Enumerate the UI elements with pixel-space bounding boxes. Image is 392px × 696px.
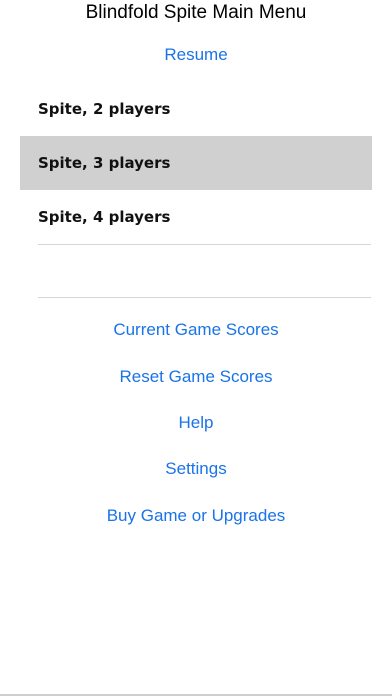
page-title: Blindfold Spite Main Menu: [85, 2, 307, 23]
buy-game-or-upgrades-button[interactable]: Buy Game or Upgrades: [0, 506, 392, 526]
divider: [38, 244, 371, 245]
help-button[interactable]: Help: [0, 413, 392, 433]
current-game-scores-button[interactable]: Current Game Scores: [0, 320, 392, 340]
menu-item-spite-3-players[interactable]: Spite, 3 players: [20, 136, 372, 190]
menu-item-spite-2-players[interactable]: Spite, 2 players: [0, 82, 392, 136]
menu-item-spite-4-players[interactable]: Spite, 4 players: [0, 190, 392, 244]
settings-button[interactable]: Settings: [0, 459, 392, 479]
divider: [38, 297, 371, 298]
resume-button[interactable]: Resume: [0, 45, 392, 65]
game-menu: Spite, 2 players Spite, 3 players Spite,…: [0, 82, 392, 244]
reset-game-scores-button[interactable]: Reset Game Scores: [0, 367, 392, 387]
